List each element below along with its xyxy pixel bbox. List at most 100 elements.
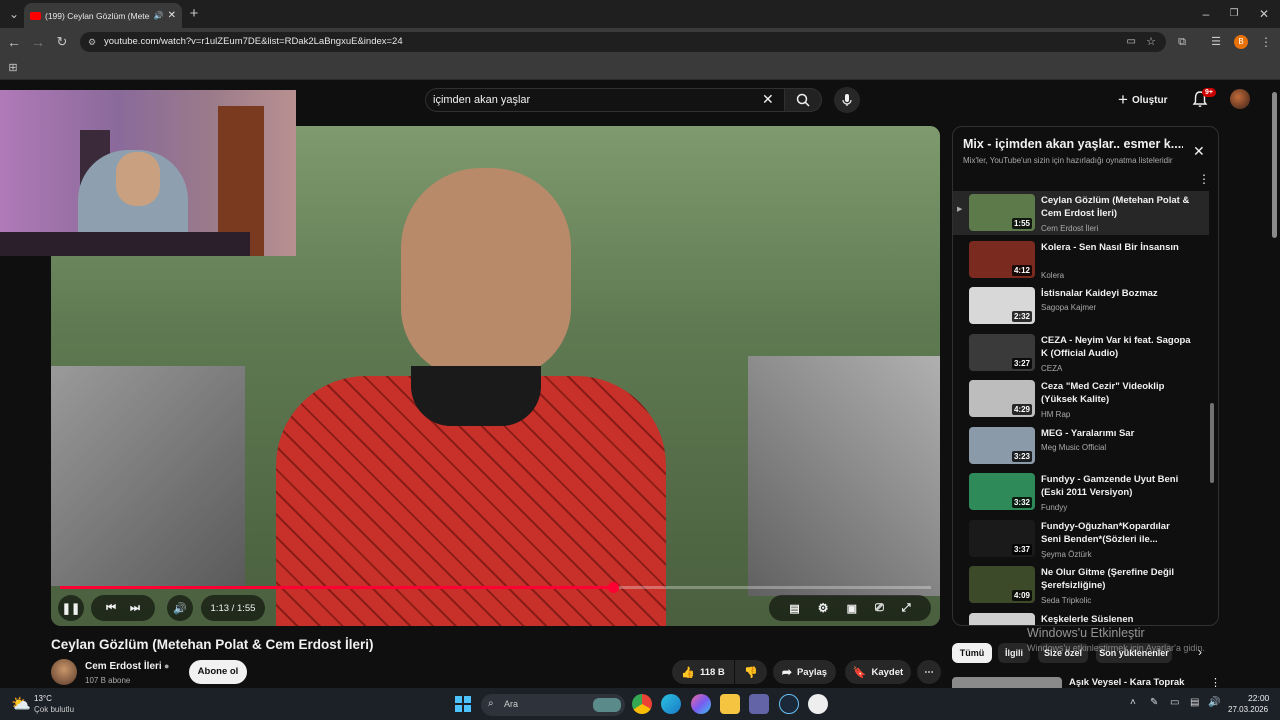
playlist-scrollbar[interactable] [1210, 403, 1214, 483]
playlist-item-title: Fundyy-Oğuzhan*Kopardılar Seni Benden*(S… [1041, 520, 1170, 545]
file-explorer-icon[interactable] [720, 694, 740, 714]
previous-icon[interactable]: ⏮ [106, 602, 116, 615]
steam-app-icon[interactable] [779, 694, 799, 714]
browser-tab-bar: ⌄ (199) Ceylan Gözlüm (Meteh... 🔊 ✕ + – … [0, 0, 1280, 28]
site-info-icon[interactable]: ⚙ [88, 32, 96, 52]
tray-overflow-icon[interactable]: ˄ [1130, 697, 1136, 708]
voice-search-button[interactable] [834, 87, 860, 113]
playlist-item[interactable]: 4:12 Kolera - Sen Nasıl Bir İnsansın Koler… [953, 240, 1209, 287]
search-button[interactable] [784, 88, 822, 112]
reload-icon[interactable]: ↻ [52, 32, 72, 52]
playlist-duration: 3:37 [1011, 543, 1032, 555]
playlist-item[interactable]: 3:27 CEZA - Neyim Var ki feat. Sagopa K (… [953, 333, 1209, 380]
browser-tab[interactable]: (199) Ceylan Gözlüm (Meteh... 🔊 ✕ [24, 3, 182, 28]
account-avatar[interactable] [1230, 89, 1250, 109]
playlist-thumbnail: 1:55 [969, 194, 1035, 231]
browser-menu-icon[interactable]: ⋮ [1256, 32, 1276, 52]
teams-app-icon[interactable] [749, 694, 769, 714]
address-bar[interactable]: ⚙ youtube.com/watch?v=r1ulZEum7DE&list=R… [80, 32, 1166, 52]
webcam-desk [0, 232, 250, 256]
activation-watermark-title: Windows'u Etkinleştir [1027, 626, 1145, 640]
settings-gear-icon[interactable]: ⚙ [818, 601, 829, 615]
now-playing-icon: ▶ [957, 206, 963, 213]
playlist-item[interactable]: 3:37 Fundyy-Oğuzhan*Kopardılar Seni Bende… [953, 519, 1209, 566]
play-pause-button[interactable]: ❚❚ [58, 595, 84, 621]
next-video-thumbnail[interactable] [952, 677, 1062, 688]
playlist-menu-icon[interactable]: ⋮ [1198, 172, 1210, 186]
apps-grid-icon[interactable]: ⊞ [3, 58, 23, 78]
next-icon[interactable]: ⏭ [130, 602, 140, 615]
window-close-button[interactable]: ✕ [1254, 4, 1274, 24]
filter-chip[interactable]: İlgili [998, 643, 1030, 663]
tray-network-icon[interactable]: ▤ [1190, 697, 1199, 708]
share-button[interactable]: ➦ Paylaş [773, 660, 836, 684]
create-button[interactable]: + Oluştur [1118, 89, 1168, 111]
playlist-item[interactable]: 4:29 Ceza "Med Cezir" Videoklip (Yüksek K… [953, 380, 1209, 426]
channel-name[interactable]: Cem Erdost İleri [85, 661, 162, 672]
bookmark-icon: 🔖 [852, 666, 867, 679]
playlist-subtitle: Mix'ler, YouTube'un sizin için hazırladı… [963, 156, 1173, 165]
playlist-title: Mix - içimden akan yaşlar.. esmer k.... [963, 137, 1183, 151]
edge-app-icon[interactable] [661, 694, 681, 714]
clear-search-icon[interactable]: ✕ [762, 91, 774, 108]
playlist-thumbnail [969, 612, 1035, 625]
playlist-item-channel: Fundyy [1041, 503, 1068, 512]
sweater-collar [411, 366, 541, 426]
playlist-item[interactable]: 3:23 MEG - Yaralarımı Sar Meg Music Offici… [953, 426, 1209, 473]
playlist-item-channel: HM Rap [1041, 410, 1071, 419]
forward-icon[interactable]: → [28, 32, 48, 52]
create-label: Oluştur [1131, 94, 1168, 106]
progress-scrubber-handle[interactable] [608, 582, 620, 593]
like-button[interactable]: 👍 118 B [672, 660, 734, 684]
subscribe-button[interactable]: Abone ol [189, 660, 247, 684]
playlist-thumbnail: 4:09 [969, 566, 1035, 603]
filter-chip[interactable]: Tümü [952, 643, 992, 663]
tab-search-icon[interactable]: ⌄ [4, 4, 24, 24]
start-button[interactable] [455, 696, 471, 712]
playlist-item[interactable]: Keşkelerle Süslenen Sonbaharlar / Elveda… [953, 612, 1209, 625]
playlist-item[interactable]: 3:32 Fundyy - Gamzende Uyut Beni (Eski 20… [953, 473, 1209, 519]
thumbs-up-icon: 👍 [681, 666, 695, 679]
playlist-item[interactable]: 4:09 Ne Olur Gitme (Şerefine Değil Şerefs… [953, 566, 1209, 612]
miniplayer-icon[interactable]: ▣ [847, 602, 857, 615]
playlist-close-icon[interactable]: ✕ [1193, 143, 1205, 160]
media-app-icon[interactable] [808, 694, 828, 714]
install-app-icon[interactable]: ▭ [1127, 32, 1136, 52]
page-scrollbar[interactable] [1272, 92, 1277, 238]
weather-icon[interactable]: ⛅ [11, 694, 31, 714]
notifications-button[interactable]: 9+ [1192, 88, 1216, 110]
channel-avatar[interactable] [51, 659, 77, 685]
profile-avatar[interactable]: B [1234, 35, 1248, 49]
more-actions-button[interactable]: ⋯ [917, 660, 941, 684]
dislike-button[interactable]: 👎 [735, 660, 767, 684]
copilot-app-icon[interactable] [691, 694, 711, 714]
clock-time[interactable]: 22:00 [1248, 693, 1269, 703]
search-input[interactable] [433, 92, 753, 108]
tray-pen-icon[interactable]: ✎ [1150, 697, 1158, 708]
playlist-item[interactable]: 2:32 İstisnalar Kaideyi Bozmaz Sagopa Kajm… [953, 287, 1209, 333]
left-studio-inset [51, 366, 245, 586]
playlist-item-channel: Seda Tripkolic [1041, 596, 1092, 605]
save-button[interactable]: 🔖 Kaydet [845, 660, 911, 684]
tray-volume-icon[interactable]: 🔊 [1208, 697, 1220, 708]
new-tab-button[interactable]: + [184, 4, 204, 24]
next-video-title[interactable]: Aşık Veysel - Kara Toprak [1069, 677, 1184, 688]
tray-display-icon[interactable]: ▭ [1170, 697, 1179, 708]
verified-icon: ● [164, 661, 170, 671]
media-icon[interactable]: ☰ [1206, 32, 1226, 52]
bookmark-star-icon[interactable]: ☆ [1146, 32, 1156, 52]
back-icon[interactable]: ← [4, 32, 24, 52]
restore-button[interactable]: ❐ [1224, 4, 1244, 24]
subtitles-icon[interactable]: ▤ [789, 602, 799, 615]
cast-icon[interactable]: ⎚ [875, 602, 884, 615]
progress-played [60, 586, 614, 589]
taskbar-search-box[interactable]: ⌕ Ara [481, 694, 625, 716]
extensions-icon[interactable]: ⧉ [1172, 32, 1192, 52]
chrome-app-icon[interactable] [632, 694, 652, 714]
volume-button[interactable]: 🔊 [167, 595, 193, 621]
minimize-button[interactable]: – [1196, 4, 1216, 24]
fullscreen-icon[interactable]: ⤢ [902, 602, 911, 615]
clock-date[interactable]: 27.03.2026 [1228, 705, 1268, 714]
tab-close-icon[interactable]: ✕ [168, 10, 176, 21]
playlist-item[interactable]: ▶ 1:55 Ceylan Gözlüm (Metehan Polat & Cem … [953, 191, 1209, 235]
